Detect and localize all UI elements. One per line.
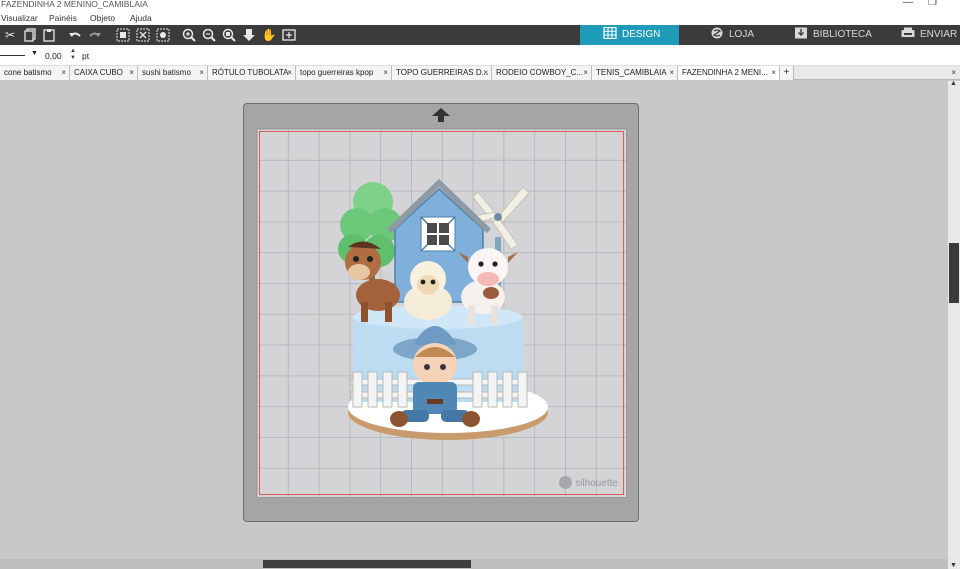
vertical-scrollbar[interactable]: ▲ ▼ <box>948 80 960 569</box>
doc-tab-label: cone batismo <box>4 68 52 77</box>
menu-ajuda[interactable]: Ajuda <box>130 13 152 23</box>
doc-tab[interactable]: CAIXA CUBO × <box>70 66 138 80</box>
zoom-in-icon[interactable] <box>181 27 197 43</box>
tab-loja-label: LOJA <box>729 29 755 40</box>
tab-design[interactable]: DESIGN <box>580 25 679 45</box>
watermark-text: silhouette <box>575 478 618 489</box>
tab-enviar-label: ENVIAR <box>920 29 958 40</box>
doc-tab-active[interactable]: FAZENDINHA 2 MENI... × <box>678 66 780 80</box>
close-tab-icon[interactable]: × <box>583 66 588 80</box>
window-title: FAZENDINHA 2 MENINO_CAMIBLAIA <box>1 0 148 9</box>
vertical-scroll-thumb[interactable] <box>949 243 959 303</box>
line-width-input[interactable]: 0,00 <box>45 51 62 61</box>
group-icon[interactable] <box>115 27 131 43</box>
silhouette-watermark: silhouette <box>559 476 618 489</box>
doc-tab[interactable]: sushi batismo × <box>138 66 208 80</box>
close-tab-icon[interactable]: × <box>129 66 134 80</box>
close-tab-icon[interactable]: × <box>287 66 292 80</box>
doc-tab-label: FAZENDINHA 2 MENI... <box>682 68 768 77</box>
doc-tab[interactable]: RODEIO COWBOY_C... × <box>492 66 592 80</box>
cutting-mat: silhouette <box>243 103 639 522</box>
fit-page-icon[interactable] <box>281 27 297 43</box>
scroll-down-icon[interactable]: ▼ <box>950 562 957 569</box>
doc-tab-label: TOPO GUERREIRAS D... <box>396 68 489 77</box>
close-tab-icon[interactable]: × <box>483 66 488 80</box>
main-toolbar: ✂ ✋ DESIGN LOJA BIBLIOTECA ENVIAR <box>0 25 960 45</box>
zoom-out-icon[interactable] <box>201 27 217 43</box>
doc-tab-label: RÓTULO TUBOLATA <box>212 68 289 77</box>
doc-tab-label: CAIXA CUBO <box>74 68 123 77</box>
doc-tab-label: RODEIO COWBOY_C... <box>496 68 584 77</box>
zoom-selection-icon[interactable] <box>221 27 237 43</box>
properties-bar: ▼ 0,00 ▲ ▼ pt <box>0 45 960 66</box>
send-icon <box>901 27 915 37</box>
menu-objeto[interactable]: Objeto <box>90 13 115 23</box>
undo-icon[interactable] <box>67 27 83 43</box>
doc-tab[interactable]: RÓTULO TUBOLATA × <box>208 66 296 80</box>
farm-boy-cake-topper-image[interactable] <box>323 167 573 467</box>
move-down-icon[interactable] <box>241 27 257 43</box>
redo-icon[interactable] <box>87 27 103 43</box>
new-tab-button[interactable]: + <box>780 66 794 80</box>
tab-biblioteca-label: BIBLIOTECA <box>813 29 872 40</box>
tree-icon <box>338 182 402 297</box>
line-width-unit: pt <box>82 51 90 61</box>
menu-bar: Visualizar Painéis Objeto Ajuda <box>0 11 960 25</box>
doc-tab[interactable]: TOPO GUERREIRAS D... × <box>392 66 492 80</box>
doc-tab-label: TENIS_CAMIBLAIA <box>596 68 667 77</box>
store-icon <box>711 27 723 39</box>
tab-biblioteca[interactable]: BIBLIOTECA <box>780 25 890 45</box>
copy-icon[interactable] <box>22 27 38 43</box>
cut-icon[interactable]: ✂ <box>2 27 18 43</box>
document-tabs: cone batismo × CAIXA CUBO × sushi batismo ×… <box>0 66 960 80</box>
silhouette-logo-icon <box>559 476 573 489</box>
scroll-up-icon[interactable]: ▲ <box>950 80 957 87</box>
paste-icon[interactable] <box>41 27 57 43</box>
line-width-stepper[interactable]: ▲ ▼ <box>70 48 76 62</box>
close-tab-icon[interactable]: × <box>669 66 674 80</box>
minimize-icon[interactable]: — <box>903 0 913 8</box>
menu-visualizar[interactable]: Visualizar <box>1 13 38 23</box>
doc-tab[interactable]: TENIS_CAMIBLAIA × <box>592 66 678 80</box>
ungroup-icon[interactable] <box>135 27 151 43</box>
line-style-dropdown-icon[interactable]: ▼ <box>31 50 38 57</box>
image-settings-icon[interactable] <box>155 27 171 43</box>
close-tab-icon[interactable]: × <box>61 66 66 80</box>
menu-paineis[interactable]: Painéis <box>49 13 77 23</box>
doc-tab[interactable]: cone batismo × <box>0 66 70 80</box>
pan-icon[interactable]: ✋ <box>261 27 277 43</box>
doc-tab[interactable]: topo guerreiras kpop × <box>296 66 392 80</box>
tab-design-label: DESIGN <box>622 29 661 40</box>
workspace[interactable]: silhouette <box>0 81 948 559</box>
grid-icon <box>603 27 617 39</box>
line-style-preview[interactable] <box>0 55 25 56</box>
doc-tab-label: sushi batismo <box>142 68 191 77</box>
library-icon <box>795 27 807 39</box>
title-bar: FAZENDINHA 2 MENINO_CAMIBLAIA — ❐ <box>0 0 960 11</box>
feed-direction-arrow-icon <box>432 108 450 122</box>
horizontal-scrollbar[interactable] <box>0 559 948 569</box>
close-tab-icon[interactable]: × <box>199 66 204 80</box>
close-document-icon[interactable]: × <box>951 66 956 80</box>
horizontal-scroll-thumb[interactable] <box>263 560 471 568</box>
doc-tab-label: topo guerreiras kpop <box>300 68 374 77</box>
tab-enviar[interactable]: ENVIAR <box>890 25 960 45</box>
close-tab-icon[interactable]: × <box>383 66 388 80</box>
cutting-area-grid[interactable]: silhouette <box>256 128 627 498</box>
restore-icon[interactable]: ❐ <box>928 0 937 8</box>
tab-loja[interactable]: LOJA <box>680 25 780 45</box>
close-tab-icon[interactable]: × <box>771 66 776 80</box>
